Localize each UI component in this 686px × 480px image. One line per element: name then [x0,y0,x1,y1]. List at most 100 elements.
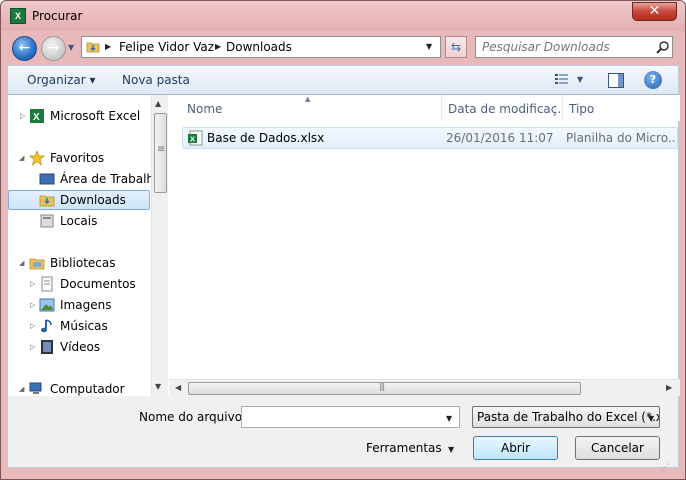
sidebar-item-label: Favoritos [50,151,105,165]
address-bar[interactable]: ▶ Felipe Vidor Vaz ▶ Downloads ▼ [81,36,441,58]
sidebar-item-label: Computador [50,382,125,396]
file-list: ▲ Nome Data de modificaç... Tipo X Base … [169,95,680,396]
tools-button[interactable]: Ferramentas [366,441,442,455]
scroll-down-icon[interactable]: ▼ [155,382,161,391]
pictures-icon [39,298,55,312]
sidebar-item-imagens[interactable]: ▷ Imagens [8,295,150,315]
search-icon[interactable] [656,40,670,54]
search-input[interactable]: Pesquisar Downloads [475,36,673,58]
navigation-pane: ▷ X Microsoft Excel ◢ Favoritos Área de [8,95,168,396]
sidebar-item-computador[interactable]: ◢ Computador [8,379,150,396]
breadcrumb-user[interactable]: Felipe Vidor Vaz [119,40,214,54]
sidebar-item-label: Documentos [60,277,136,291]
svg-text:X: X [33,112,40,123]
sidebar-item-label: Imagens [60,298,112,312]
breadcrumb-downloads[interactable]: Downloads [226,40,292,54]
nav-pane-scrollbar[interactable]: ▲ ▼ [151,95,168,396]
back-button[interactable]: ← [12,36,37,61]
view-list-icon [555,74,568,84]
documents-icon [41,276,53,292]
scroll-up-icon[interactable]: ▲ [155,99,161,108]
close-button[interactable]: ✕ [632,2,677,21]
tools-dropdown-icon[interactable]: ▼ [448,445,454,454]
file-open-dialog: X Procurar ✕ ← → ▼ ▶ Felipe Vidor Vaz ▶ … [0,0,686,480]
organize-button[interactable]: Organizar ▾ [27,73,96,87]
file-type-dropdown-icon[interactable]: ▼ [648,414,654,423]
excel-icon: X [30,109,44,123]
collapse-icon[interactable]: ◢ [19,154,25,162]
change-view-button[interactable]: ▼ [555,73,587,89]
sidebar-item-downloads[interactable]: Downloads [8,190,150,210]
music-icon [41,319,52,333]
sidebar-item-label: Vídeos [60,340,101,354]
resize-grip-icon[interactable]: ⋰ [661,463,673,475]
column-header-row: ▲ Nome Data de modificaç... Tipo [169,95,680,121]
sidebar-item-musicas[interactable]: ▷ Músicas [8,316,150,336]
collapse-icon[interactable]: ◢ [19,259,25,267]
file-type-select[interactable]: Pasta de Trabalho do Excel (*.xl [472,406,660,428]
command-toolbar: Organizar ▾ Nova pasta ▼ ? [7,65,679,95]
sidebar-item-microsoft-excel[interactable]: ▷ X Microsoft Excel [8,106,150,126]
view-dropdown-icon[interactable]: ▼ [577,75,583,84]
collapse-icon[interactable]: ◢ [19,385,25,393]
help-button[interactable]: ? [644,71,662,89]
libraries-icon [29,258,45,270]
breadcrumb-separator-icon[interactable]: ▶ [215,42,221,51]
scroll-thumb[interactable] [188,382,581,395]
file-date: 26/01/2016 11:07 [446,131,554,145]
scroll-thumb[interactable] [154,113,167,193]
sidebar-item-documentos[interactable]: ▷ Documentos [8,274,150,294]
table-row[interactable]: X Base de Dados.xlsx 26/01/2016 11:07 Pl… [182,127,678,149]
expand-icon[interactable]: ▷ [30,322,36,330]
cancel-button[interactable]: Cancelar [575,436,660,460]
address-dropdown-icon[interactable]: ▼ [426,42,432,51]
sidebar-item-label: Downloads [60,193,126,207]
sidebar-item-label: Bibliotecas [50,256,116,270]
scroll-right-icon[interactable]: ▶ [666,383,672,392]
title-bar[interactable]: X Procurar ✕ [1,1,685,31]
column-header-type[interactable]: Tipo [563,95,680,121]
preview-pane-button[interactable] [608,73,624,88]
sidebar-item-label: Locais [60,214,98,228]
desktop-icon [39,173,55,185]
sidebar-item-videos[interactable]: ▷ Vídeos [8,337,150,357]
window-title: Procurar [32,9,83,23]
filename-input[interactable] [241,406,460,428]
breadcrumb-separator-icon[interactable]: ▶ [105,42,111,51]
expand-icon[interactable]: ▷ [30,280,36,288]
sidebar-item-bibliotecas[interactable]: ◢ Bibliotecas [8,253,150,273]
open-button[interactable]: Abrir [473,436,558,460]
sidebar-item-label: Músicas [60,319,108,333]
dialog-footer: Nome do arquivo: ▼ Pasta de Trabalho do … [7,396,679,468]
recent-locations-chevron-icon[interactable]: ▼ [68,43,76,52]
filename-dropdown-icon[interactable]: ▼ [446,414,452,423]
forward-button[interactable]: → [41,36,66,61]
new-folder-button[interactable]: Nova pasta [122,73,190,87]
computer-icon [29,382,42,394]
expand-icon[interactable]: ▷ [20,112,26,120]
column-header-date[interactable]: Data de modificaç... [442,95,561,121]
file-list-horizontal-scrollbar[interactable]: ◀ ▶ [169,379,680,396]
refresh-button[interactable]: ⇆ [445,36,467,58]
star-icon [29,150,45,166]
folder-icon [86,42,100,53]
sidebar-item-locais[interactable]: Locais [8,211,150,231]
sidebar-item-favoritos[interactable]: ◢ Favoritos [8,148,150,168]
excel-icon: X [10,8,26,24]
places-icon [40,214,54,228]
file-name: Base de Dados.xlsx [207,131,325,145]
file-type: Planilha do Micro... [566,131,676,145]
content-area: ▷ X Microsoft Excel ◢ Favoritos Área de [7,95,680,396]
svg-text:X: X [190,135,195,144]
excel-file-icon: X [188,130,203,146]
expand-icon[interactable]: ▷ [30,343,36,351]
sidebar-item-label: Microsoft Excel [50,109,141,123]
scroll-left-icon[interactable]: ◀ [175,383,181,392]
sidebar-item-label: Área de Trabalho [60,172,162,186]
filename-label: Nome do arquivo: [139,410,247,424]
sidebar-item-area-de-trabalho[interactable]: Área de Trabalho [8,169,161,189]
expand-icon[interactable]: ▷ [30,301,36,309]
videos-icon [41,340,53,354]
column-header-name[interactable]: Nome [181,95,441,121]
downloads-folder-icon [39,195,55,207]
